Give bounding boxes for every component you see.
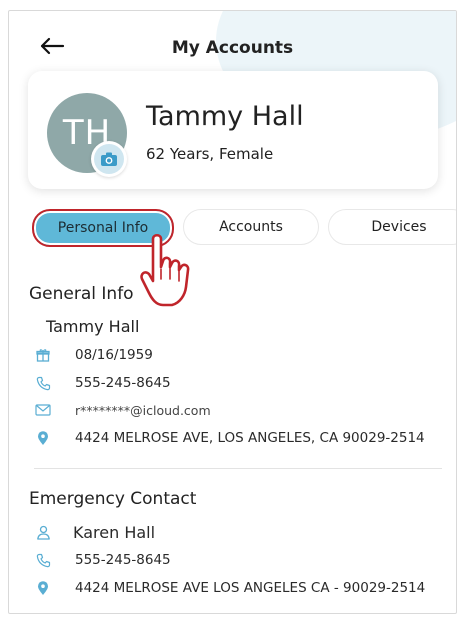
emergency-phone-value[interactable]: 555-245-8645 <box>75 552 171 568</box>
emergency-address-row: 4424 MELROSE AVE LOS ANGELES CA - 90029-… <box>29 577 425 599</box>
emergency-phone-row: 555-245-8645 <box>29 549 171 571</box>
emergency-contact-heading: Emergency Contact <box>29 489 197 509</box>
app-screen: My Accounts TH Tammy Hall 62 Years, Fema… <box>8 10 457 614</box>
email-value[interactable]: r********@icloud.com <box>75 403 211 418</box>
address-row: 4424 MELROSE AVE, LOS ANGELES, CA 90029-… <box>29 427 425 449</box>
dob-row: 08/16/1959 <box>29 344 153 366</box>
profile-card: TH Tammy Hall 62 Years, Female <box>28 71 438 189</box>
page-title: My Accounts <box>171 38 294 58</box>
location-pin-icon <box>33 428 53 448</box>
emergency-name-value: Karen Hall <box>73 522 156 542</box>
general-info-heading: General Info <box>29 284 134 304</box>
person-icon <box>33 522 53 542</box>
emergency-address-value: 4424 MELROSE AVE LOS ANGELES CA - 90029-… <box>75 580 426 596</box>
tab-bar: Personal Info Accounts Devices <box>26 209 456 247</box>
emergency-name-row: Karen Hall <box>29 521 155 543</box>
phone-icon <box>33 373 53 393</box>
section-divider <box>34 468 442 469</box>
change-photo-button[interactable] <box>91 141 127 177</box>
phone-row: 555-245-8645 <box>29 372 171 394</box>
gift-icon <box>33 345 53 365</box>
profile-age-gender: 62 Years, Female <box>146 145 274 163</box>
dob-value: 08/16/1959 <box>75 347 153 363</box>
address-value: 4424 MELROSE AVE, LOS ANGELES, CA 90029-… <box>75 430 425 446</box>
camera-icon-wrap <box>94 144 124 174</box>
general-info-name: Tammy Hall <box>46 317 140 336</box>
mail-icon <box>33 400 53 420</box>
email-row: r********@icloud.com <box>29 399 211 421</box>
location-pin-icon <box>33 578 53 598</box>
tap-hand-icon <box>140 233 190 307</box>
phone-value[interactable]: 555-245-8645 <box>75 375 171 391</box>
camera-icon <box>101 152 117 166</box>
phone-icon <box>33 550 53 570</box>
tab-devices[interactable]: Devices <box>328 209 456 245</box>
profile-name: Tammy Hall <box>146 101 304 132</box>
